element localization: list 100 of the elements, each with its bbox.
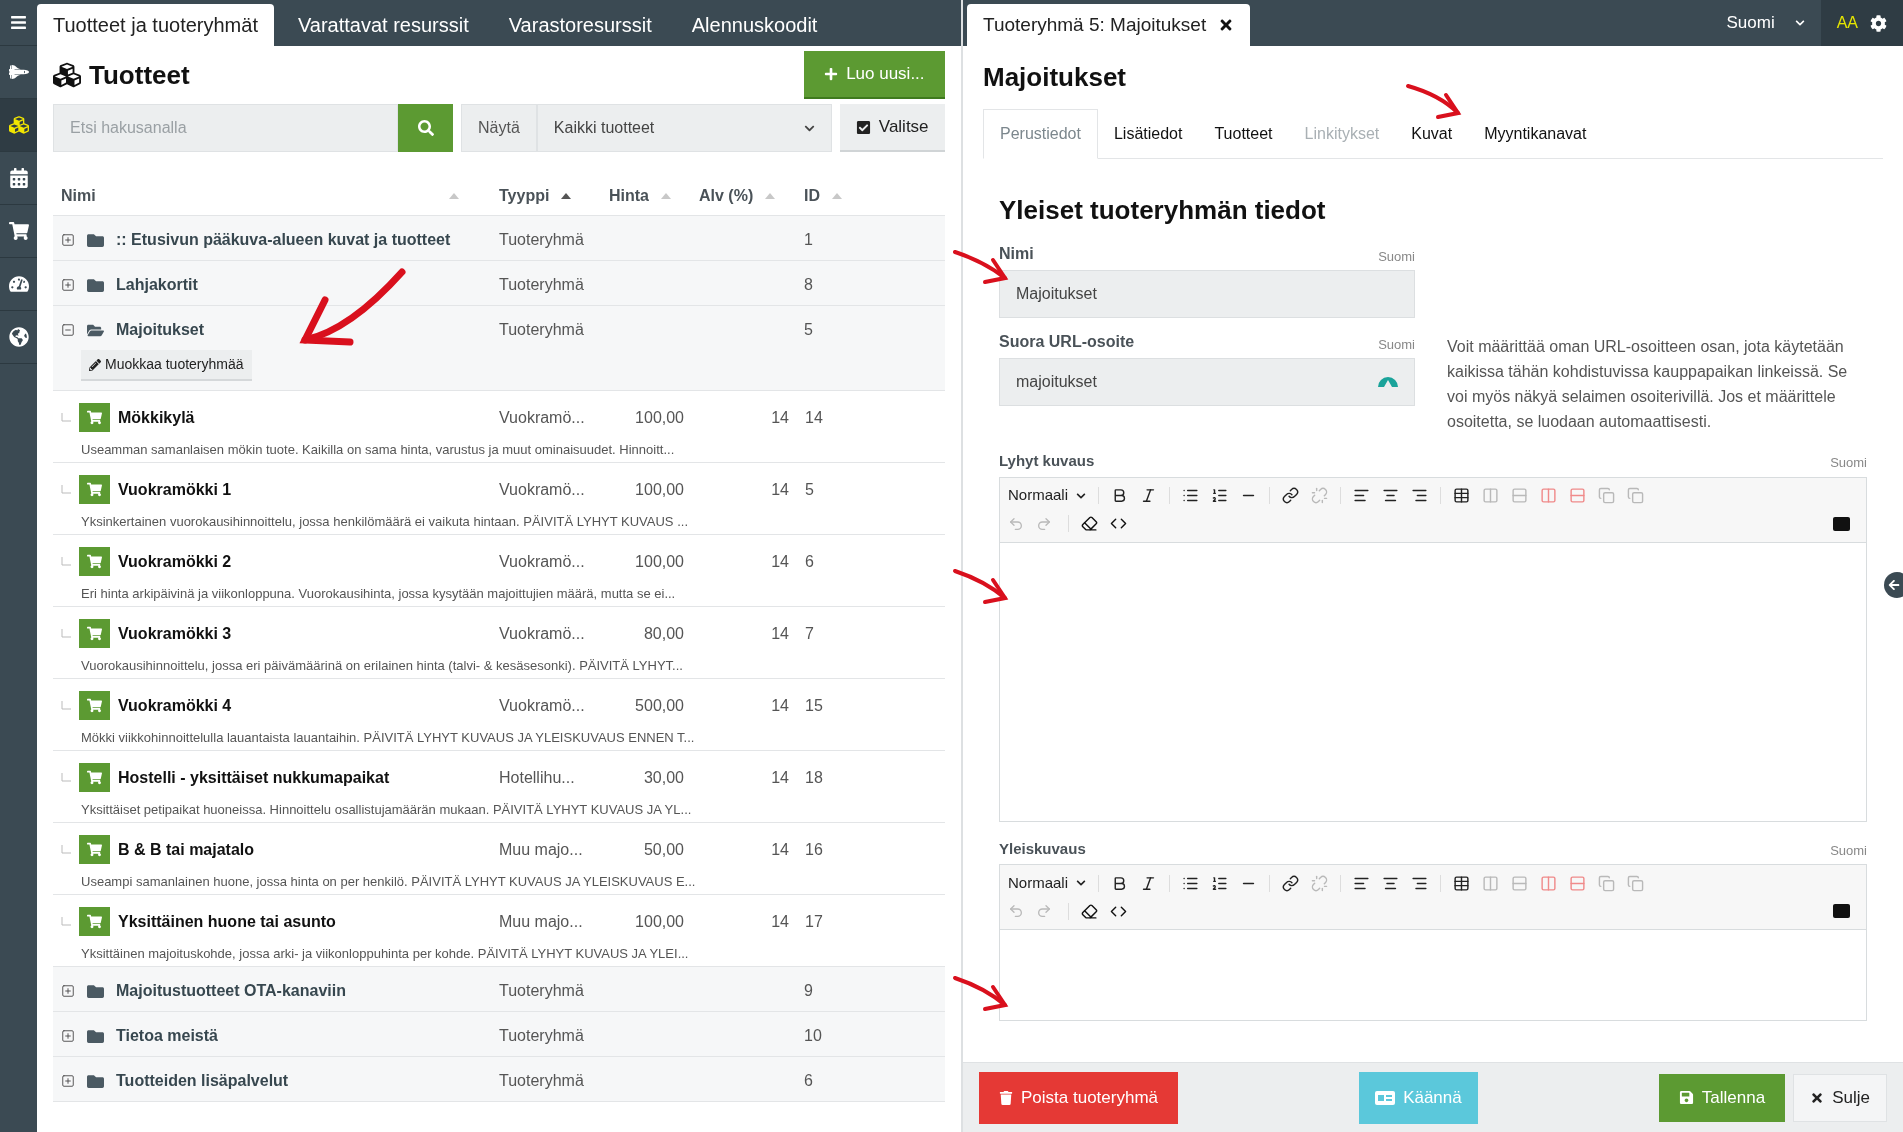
detail-tab[interactable]: Tuotteet — [1198, 109, 1289, 158]
product-name: Hostelli - yksittäiset nukkumapaikat — [118, 767, 390, 788]
globe-icon — [8, 327, 29, 347]
align-left-icon[interactable] — [1353, 487, 1370, 504]
collapse-icon[interactable] — [61, 323, 75, 337]
price-cell-text: 100,00 — [634, 911, 684, 932]
detail-tab[interactable]: Lisätiedot — [1097, 109, 1199, 158]
product-name: Mökkikylä — [118, 407, 195, 428]
italic-icon[interactable] — [1140, 487, 1157, 504]
price-cell-text: 100,00 — [634, 551, 684, 572]
type-cell-text: Hotellihu... — [499, 767, 576, 788]
product-description: Yksinkertainen vuorokausihinnoittelu, jossa henkilömäärä ei vaikuta hintaan. PÄIVITÄ LYHYT KUVAUS ... — [81, 513, 689, 531]
detail-tab[interactable]: Kuvat — [1395, 109, 1469, 158]
search-field[interactable]: Etsi hakusanalla — [53, 104, 398, 152]
product-name: Vuokramökki 3 — [118, 623, 232, 644]
vat-cell-text: 14 — [770, 695, 789, 716]
numbered-list-icon[interactable] — [1211, 874, 1228, 892]
top-tab[interactable]: Varattavat resurssit — [281, 4, 485, 46]
delete-button[interactable]: Poista tuoteryhmä — [979, 1071, 1178, 1124]
column-header[interactable]: Tyyppi — [499, 183, 550, 208]
type-cell-text: Vuokramö... — [499, 695, 586, 716]
product-description: Mökki viikkohinnoittelulla lauantaista lauantaihin. PÄIVITÄ LYHYT KUVAUS JA YLEISKUVAUS ENNEN T... — [81, 729, 696, 747]
vat-cell-text: 14 — [770, 839, 789, 860]
column-header[interactable]: Hinta — [609, 183, 649, 208]
italic-icon[interactable] — [1140, 874, 1157, 892]
detail-tab[interactable]: Myyntikanavat — [1468, 109, 1603, 158]
mountain-icon — [1378, 377, 1398, 387]
price-cell-text: 30,00 — [642, 767, 684, 788]
cart-icon — [79, 763, 110, 792]
format-dropdown[interactable]: Normaali — [1008, 871, 1098, 895]
format-dropdown[interactable]: Normaali — [1008, 484, 1098, 507]
language-dropdown[interactable]: Suomi — [1710, 10, 1821, 36]
product-description: Vuorokausihinnoittelu, jossa eri päivämäärinä on erilainen hinta (talvi- & kesäsesonki). PÄIVITÄ LYHYT... — [81, 657, 684, 675]
group-name: Tuotteiden lisäpalvelut — [116, 1071, 289, 1091]
column-header[interactable]: ID — [804, 183, 820, 208]
help-text: Voit määrittää oman URL-osoitteen osan, jota käytetään kaikissa tähän kohdistuvissa kauppapaikan linkeissä. Se voi myös näkyä selaimen osoiterivillä. Jos et määrittele osoitetta, se luodaan automaattisesti. — [1447, 337, 1849, 432]
filter-label: Näytä — [461, 104, 537, 152]
text-input[interactable]: Majoitukset — [999, 270, 1415, 318]
id-cell-text: 5 — [804, 479, 814, 500]
arrow-left-icon — [1888, 579, 1900, 591]
expand-icon[interactable] — [61, 1029, 75, 1043]
id-cell-text: 10 — [804, 1026, 822, 1046]
table-icon[interactable] — [1453, 874, 1470, 892]
top-tab[interactable]: Tuotteet ja tuoteryhmät — [37, 4, 274, 46]
numbered-list-icon[interactable] — [1211, 487, 1228, 504]
select-button[interactable]: Valitse — [839, 104, 945, 152]
bullet-list-icon[interactable] — [1182, 487, 1199, 504]
text-input[interactable]: majoitukset — [999, 358, 1415, 406]
column-header[interactable]: Alv (%) — [699, 183, 754, 208]
settings-icon[interactable] — [1870, 14, 1887, 32]
product-name: B & B tai majatalo — [118, 839, 255, 860]
search-button[interactable] — [398, 104, 453, 152]
top-tab[interactable]: Varastoresurssit — [492, 4, 668, 46]
sidebar-item[interactable] — [0, 99, 37, 152]
link-icon[interactable] — [1282, 874, 1299, 892]
table-icon[interactable] — [1453, 487, 1470, 504]
type-cell-text: Tuoteryhmä — [499, 1026, 585, 1046]
cart-icon — [79, 403, 110, 432]
close-icon — [1810, 1090, 1825, 1105]
eraser-icon[interactable] — [1081, 515, 1098, 532]
detail-tab[interactable]: Perustiedot — [983, 109, 1098, 159]
menu-icon[interactable] — [10, 14, 27, 31]
id-cell-text: 5 — [804, 320, 813, 340]
edit-group-button[interactable]: Muokkaa tuoteryhmää — [81, 350, 252, 381]
group-row[interactable]: :: Etusivun pääkuva-alueen kuvat ja tuotteet Tuoteryhmä 1 — [53, 216, 945, 261]
close-button[interactable]: Sulje — [1793, 1073, 1887, 1122]
panel-title: Tuotteet — [89, 58, 190, 92]
fullscreen-icon[interactable] — [1833, 516, 1850, 531]
eraser-icon[interactable] — [1081, 902, 1098, 920]
group-row[interactable]: Tuotteiden lisäpalvelut Tuoteryhmä 6 — [53, 1057, 945, 1102]
product-description: Yksittäiset petipaikat huoneissa. Hinnoittelu osallistujamäärän mukaan. PÄIVITÄ LYHYT KUVAUS JA YL... — [81, 801, 693, 819]
align-center-icon[interactable] — [1382, 487, 1399, 504]
detail-title: Majoitukset — [983, 61, 1128, 94]
link-icon[interactable] — [1282, 487, 1299, 504]
expand-icon[interactable] — [61, 1074, 75, 1088]
price-cell-text: 500,00 — [634, 695, 684, 716]
language-label: Suomi — [1830, 454, 1867, 472]
chevron-down-icon — [1076, 490, 1086, 501]
expand-icon[interactable] — [61, 278, 75, 292]
tree-branch-icon — [61, 700, 71, 711]
font-size-button[interactable]: AA — [1836, 11, 1858, 35]
group-row[interactable]: Majoitukset Tuoteryhmä 5 Muokkaa tuoteryhmää — [53, 306, 945, 391]
column-header[interactable]: Nimi — [61, 183, 96, 208]
search-icon — [417, 120, 434, 136]
annotation-arrow — [953, 976, 1009, 1011]
vat-cell-text: 14 — [770, 551, 789, 572]
align-right-icon[interactable] — [1411, 487, 1428, 504]
expand-icon[interactable] — [61, 233, 75, 247]
price-cell-text: 50,00 — [642, 839, 684, 860]
group-row[interactable]: Lahjakortit Tuoteryhmä 8 — [53, 261, 945, 306]
id-cell-text: 18 — [804, 767, 823, 788]
top-tab[interactable]: Alennuskoodit — [675, 4, 834, 46]
filter-dropdown[interactable]: Kaikki tuotteet — [536, 104, 832, 152]
group-name: Tietoa meistä — [116, 1026, 218, 1046]
vat-cell-text: 14 — [770, 623, 789, 644]
type-cell-text: Tuoteryhmä — [499, 1071, 585, 1091]
group-row[interactable]: Tietoa meistä Tuoteryhmä 10 — [53, 1012, 945, 1057]
group-row[interactable]: Majoitustuotteet OTA-kanaviin Tuoteryhmä 9 — [53, 967, 945, 1012]
expand-icon[interactable] — [61, 984, 75, 998]
chevron-down-icon — [1794, 18, 1805, 28]
